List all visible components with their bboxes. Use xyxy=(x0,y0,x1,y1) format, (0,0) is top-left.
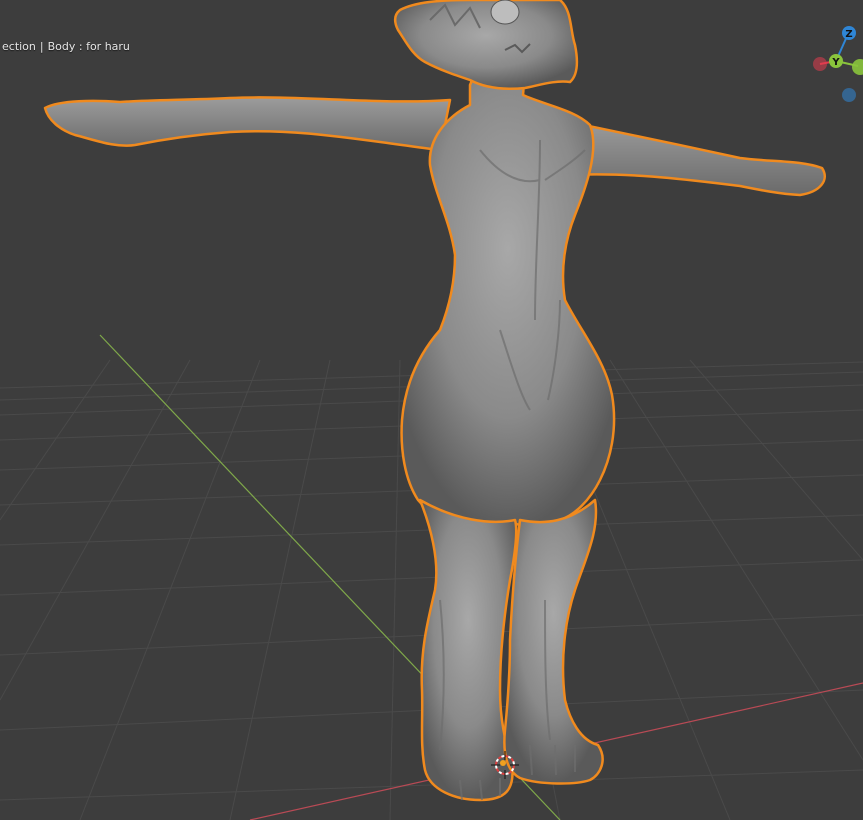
gizmo-y-label: Y xyxy=(831,57,840,68)
gizmo-x-handle[interactable] xyxy=(852,59,863,75)
gizmo-z-label: Z xyxy=(845,29,852,40)
mesh-left-arm xyxy=(43,96,452,152)
overlay-separator: | xyxy=(39,40,44,53)
viewport-info-overlay: ection | Body : for haru xyxy=(0,40,132,53)
view-label: ection xyxy=(2,40,36,53)
mesh-left-leg xyxy=(418,498,518,802)
mesh-right-arm xyxy=(558,118,826,197)
3d-viewport[interactable]: Z Y ection | Body : for haru xyxy=(0,0,863,820)
navigation-gizmo[interactable]: Z Y xyxy=(813,26,863,102)
gizmo-neg-z-handle[interactable] xyxy=(842,88,856,102)
mesh-right-leg xyxy=(503,498,604,785)
object-origin xyxy=(500,760,506,766)
object-label: Body : for haru xyxy=(47,40,130,53)
mesh-head xyxy=(393,0,579,90)
gizmo-neg-x-handle[interactable] xyxy=(813,57,827,71)
viewport-scene[interactable]: Z Y xyxy=(0,0,863,820)
